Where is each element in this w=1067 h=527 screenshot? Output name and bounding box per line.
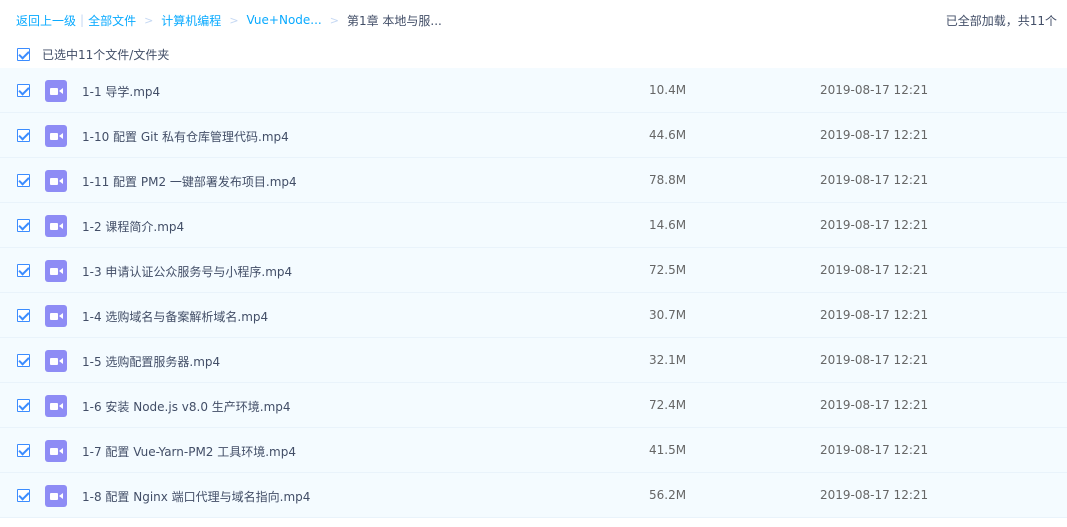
file-size: 41.5M bbox=[649, 443, 687, 457]
camera-body-shape bbox=[49, 447, 58, 455]
video-file-icon bbox=[45, 440, 67, 462]
file-row[interactable]: 1-11 配置 PM2 一键部署发布项目.mp4 78.8M 2019-08-17 … bbox=[0, 158, 1067, 203]
file-date: 2019-08-17 12:21 bbox=[820, 218, 929, 232]
camera-lens-shape bbox=[58, 133, 63, 139]
breadcrumb: 返回上一级 | 全部文件 > 计算机编程 > Vue+Node... > 第1章… bbox=[16, 12, 442, 29]
file-date: 2019-08-17 12:21 bbox=[820, 308, 929, 322]
camera-body-shape bbox=[49, 177, 58, 185]
file-date: 2019-08-17 12:21 bbox=[820, 173, 929, 187]
file-size: 14.6M bbox=[649, 218, 687, 232]
file-name[interactable]: 1-10 配置 Git 私有仓库管理代码.mp4 bbox=[82, 128, 289, 145]
file-row[interactable]: 1-3 申请认证公众服务号与小程序.mp4 72.5M 2019-08-17 12:… bbox=[0, 248, 1067, 293]
camera-lens-shape bbox=[58, 223, 63, 229]
file-date: 2019-08-17 12:21 bbox=[820, 443, 929, 457]
camera-body-shape bbox=[49, 132, 58, 140]
file-name[interactable]: 1-3 申请认证公众服务号与小程序.mp4 bbox=[82, 263, 292, 280]
file-size: 56.2M bbox=[649, 488, 687, 502]
camera-body-shape bbox=[49, 267, 58, 275]
file-row[interactable]: 1-1 导学.mp4 10.4M 2019-08-17 12:21 bbox=[0, 68, 1067, 113]
file-size: 30.7M bbox=[649, 308, 687, 322]
breadcrumb-vue-node[interactable]: Vue+Node... bbox=[247, 13, 322, 27]
file-checkbox[interactable] bbox=[17, 129, 30, 142]
camera-body-shape bbox=[49, 492, 58, 500]
file-name[interactable]: 1-8 配置 Nginx 端口代理与域名指向.mp4 bbox=[82, 488, 310, 505]
back-link[interactable]: 返回上一级 bbox=[16, 12, 76, 29]
file-name[interactable]: 1-1 导学.mp4 bbox=[82, 83, 160, 100]
file-size: 72.4M bbox=[649, 398, 687, 412]
file-name[interactable]: 1-6 安装 Node.js v8.0 生产环境.mp4 bbox=[82, 398, 291, 415]
file-row[interactable]: 1-2 课程简介.mp4 14.6M 2019-08-17 12:21 bbox=[0, 203, 1067, 248]
top-bar: 返回上一级 | 全部文件 > 计算机编程 > Vue+Node... > 第1章… bbox=[0, 0, 1067, 40]
camera-lens-shape bbox=[58, 493, 63, 499]
camera-lens-shape bbox=[58, 403, 63, 409]
video-file-icon bbox=[45, 350, 67, 372]
file-row[interactable]: 1-6 安装 Node.js v8.0 生产环境.mp4 72.4M 2019-08… bbox=[0, 383, 1067, 428]
file-row[interactable]: 1-7 配置 Vue-Yarn-PM2 工具环境.mp4 41.5M 2019-08… bbox=[0, 428, 1067, 473]
camera-body-shape bbox=[49, 312, 58, 320]
video-file-icon bbox=[45, 170, 67, 192]
file-date: 2019-08-17 12:21 bbox=[820, 398, 929, 412]
camera-lens-shape bbox=[58, 178, 63, 184]
file-date: 2019-08-17 12:21 bbox=[820, 128, 929, 142]
breadcrumb-separator: | bbox=[80, 13, 85, 27]
file-checkbox[interactable] bbox=[17, 354, 30, 367]
file-date: 2019-08-17 12:21 bbox=[820, 263, 929, 277]
file-checkbox[interactable] bbox=[17, 444, 30, 457]
camera-lens-shape bbox=[58, 313, 63, 319]
video-file-icon bbox=[45, 485, 67, 507]
load-status: 已全部加载，共11个 bbox=[945, 13, 1057, 28]
file-name[interactable]: 1-2 课程简介.mp4 bbox=[82, 218, 184, 235]
camera-body-shape bbox=[49, 402, 58, 410]
camera-body-shape bbox=[49, 357, 58, 365]
file-row[interactable]: 1-8 配置 Nginx 端口代理与域名指向.mp4 56.2M 2019-08-1… bbox=[0, 473, 1067, 518]
selection-bar: 已选中11个文件/文件夹 bbox=[0, 40, 1067, 68]
file-size: 78.8M bbox=[649, 173, 687, 187]
selection-count: 已选中11个文件/文件夹 bbox=[42, 47, 170, 62]
file-name[interactable]: 1-4 选购域名与备案解析域名.mp4 bbox=[82, 308, 268, 325]
file-row[interactable]: 1-4 选购域名与备案解析域名.mp4 30.7M 2019-08-17 12:21 bbox=[0, 293, 1067, 338]
breadcrumb-current: 第1章 本地与服... bbox=[346, 13, 442, 28]
file-date: 2019-08-17 12:21 bbox=[820, 488, 929, 502]
camera-body-shape bbox=[49, 222, 58, 230]
file-name[interactable]: 1-7 配置 Vue-Yarn-PM2 工具环境.mp4 bbox=[82, 443, 296, 460]
file-name[interactable]: 1-11 配置 PM2 一键部署发布项目.mp4 bbox=[82, 173, 297, 190]
breadcrumb-arrow: > bbox=[329, 13, 339, 27]
file-size: 10.4M bbox=[649, 83, 687, 97]
breadcrumb-all-files[interactable]: 全部文件 bbox=[88, 12, 136, 29]
camera-body-shape bbox=[49, 87, 58, 95]
breadcrumb-programming[interactable]: 计算机编程 bbox=[161, 12, 221, 29]
file-checkbox[interactable] bbox=[17, 174, 30, 187]
camera-lens-shape bbox=[58, 448, 63, 454]
file-size: 32.1M bbox=[649, 353, 687, 367]
camera-lens-shape bbox=[58, 358, 63, 364]
file-checkbox[interactable] bbox=[17, 309, 30, 322]
file-row[interactable]: 1-5 选购配置服务器.mp4 32.1M 2019-08-17 12:21 bbox=[0, 338, 1067, 383]
file-list: 1-1 导学.mp4 10.4M 2019-08-17 12:21 1-10 配置 G… bbox=[0, 68, 1067, 518]
file-checkbox[interactable] bbox=[17, 84, 30, 97]
file-name[interactable]: 1-5 选购配置服务器.mp4 bbox=[82, 353, 220, 370]
camera-lens-shape bbox=[58, 88, 63, 94]
camera-lens-shape bbox=[58, 268, 63, 274]
file-checkbox[interactable] bbox=[17, 399, 30, 412]
file-size: 44.6M bbox=[649, 128, 687, 142]
file-date: 2019-08-17 12:21 bbox=[820, 353, 929, 367]
file-checkbox[interactable] bbox=[17, 219, 30, 232]
select-all-checkbox[interactable] bbox=[17, 47, 30, 61]
video-file-icon bbox=[45, 80, 67, 102]
file-date: 2019-08-17 12:21 bbox=[820, 83, 929, 97]
video-file-icon bbox=[45, 125, 67, 147]
file-size: 72.5M bbox=[649, 263, 687, 277]
file-checkbox[interactable] bbox=[17, 489, 30, 502]
video-file-icon bbox=[45, 260, 67, 282]
file-checkbox[interactable] bbox=[17, 264, 30, 277]
file-row[interactable]: 1-10 配置 Git 私有仓库管理代码.mp4 44.6M 2019-08-17 … bbox=[0, 113, 1067, 158]
video-file-icon bbox=[45, 395, 67, 417]
video-file-icon bbox=[45, 305, 67, 327]
breadcrumb-arrow: > bbox=[229, 13, 239, 27]
video-file-icon bbox=[45, 215, 67, 237]
breadcrumb-arrow: > bbox=[144, 13, 154, 27]
